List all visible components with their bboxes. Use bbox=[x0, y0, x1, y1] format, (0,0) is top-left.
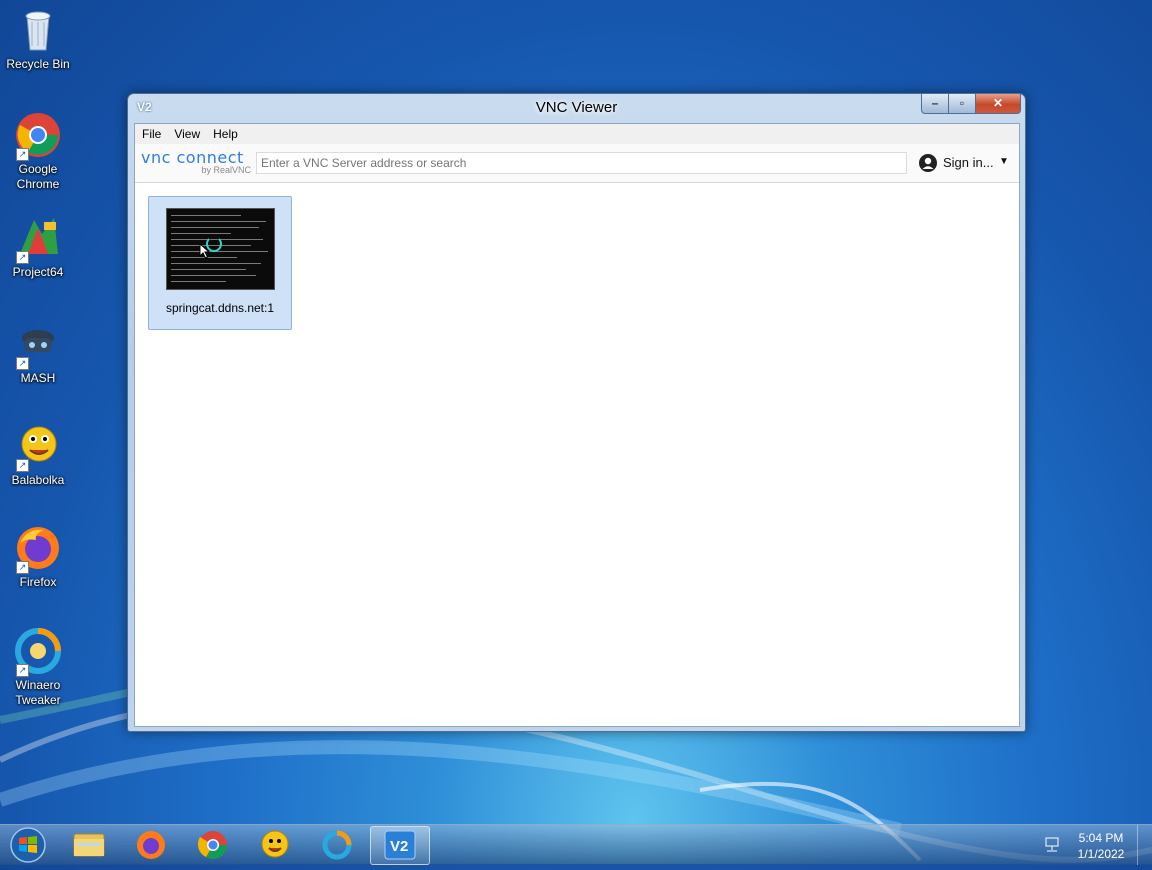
shortcut-arrow-icon: ↗ bbox=[16, 251, 29, 264]
user-icon bbox=[919, 154, 937, 172]
desktop-icon-google-chrome[interactable]: ↗ Google Chrome bbox=[2, 111, 74, 192]
shortcut-arrow-icon: ↗ bbox=[16, 357, 29, 370]
chrome-icon bbox=[197, 831, 227, 859]
shortcut-arrow-icon: ↗ bbox=[16, 148, 29, 161]
connection-name: springcat.ddns.net:1 bbox=[165, 301, 275, 315]
firefox-icon: ↗ bbox=[14, 524, 62, 574]
chrome-icon: ↗ bbox=[14, 111, 62, 161]
desktop-icon-project64[interactable]: ↗ Project64 bbox=[2, 214, 74, 280]
clock-date: 1/1/2022 bbox=[1077, 847, 1125, 861]
connection-thumbnail bbox=[166, 208, 275, 290]
minimize-button[interactable]: – bbox=[921, 94, 949, 114]
desktop-icon-label: Balabolka bbox=[11, 473, 65, 487]
sign-in-label: Sign in... bbox=[943, 155, 994, 170]
vnc-connect-logo: vnc connect by RealVNC bbox=[141, 148, 251, 175]
menu-help[interactable]: Help bbox=[206, 124, 244, 141]
recycle-bin-icon bbox=[14, 6, 62, 54]
winaero-tweaker-icon: ↗ bbox=[14, 627, 62, 677]
desktop-icon-label: Recycle Bin bbox=[6, 57, 70, 71]
balabolka-icon bbox=[261, 830, 289, 858]
desktop-icon-label: Firefox bbox=[19, 575, 57, 589]
network-icon[interactable] bbox=[1044, 837, 1060, 853]
window-title: VNC Viewer bbox=[535, 99, 618, 116]
address-book-area: springcat.ddns.net:1 bbox=[135, 183, 1019, 726]
close-button[interactable]: ✕ bbox=[975, 94, 1021, 114]
taskbar-balabolka[interactable] bbox=[246, 826, 304, 863]
start-button[interactable] bbox=[4, 825, 50, 865]
desktop-icon-label: Google Chrome bbox=[16, 162, 60, 191]
vnc-viewer-icon: V2 bbox=[384, 830, 416, 860]
taskbar-explorer[interactable] bbox=[60, 826, 118, 863]
clock[interactable]: 5:04 PM 1/1/2022 bbox=[1068, 830, 1134, 862]
vnc-viewer-window: V2 VNC Viewer – ▫ ✕ File View Help vnc con… bbox=[127, 93, 1026, 732]
balabolka-icon: ↗ bbox=[14, 422, 62, 472]
winaero-tweaker-icon bbox=[322, 830, 352, 860]
server-address-search-input[interactable] bbox=[256, 152, 907, 174]
connection-tile[interactable]: springcat.ddns.net:1 bbox=[148, 196, 292, 330]
taskbar-vnc-viewer[interactable]: V2 bbox=[370, 826, 430, 865]
desktop-icon-balabolka[interactable]: ↗ Balabolka bbox=[2, 422, 74, 488]
maximize-button[interactable]: ▫ bbox=[948, 94, 976, 114]
menu-file[interactable]: File bbox=[135, 124, 167, 141]
desktop-icon-mash[interactable]: ↗ MASH bbox=[2, 320, 74, 386]
chevron-down-icon[interactable]: ▼ bbox=[999, 156, 1009, 167]
folder-icon bbox=[73, 833, 105, 857]
shortcut-arrow-icon: ↗ bbox=[16, 664, 29, 677]
shortcut-arrow-icon: ↗ bbox=[16, 459, 29, 472]
toolbar: vnc connect by RealVNC Sign in... ▼ bbox=[135, 144, 1019, 183]
mouse-cursor-icon bbox=[199, 243, 211, 259]
menu-view[interactable]: View bbox=[167, 124, 206, 141]
window-client-area: FileViewHelp vnc connect by RealVNC Sign… bbox=[134, 123, 1020, 727]
windows-logo-icon bbox=[10, 827, 46, 863]
desktop-icon-label: MASH bbox=[20, 371, 56, 385]
svg-text:V2: V2 bbox=[390, 838, 408, 855]
taskbar-firefox[interactable] bbox=[122, 826, 180, 863]
taskbar-chrome[interactable] bbox=[184, 826, 242, 863]
taskbar-winaero-tweaker[interactable] bbox=[308, 826, 366, 863]
mash-icon: ↗ bbox=[14, 320, 62, 370]
clock-time: 5:04 PM bbox=[1078, 831, 1124, 845]
project64-icon: ↗ bbox=[14, 214, 62, 264]
firefox-icon bbox=[137, 831, 165, 859]
shortcut-arrow-icon: ↗ bbox=[16, 561, 29, 574]
menu-bar: File View Help bbox=[135, 124, 1019, 144]
show-desktop-button[interactable] bbox=[1137, 825, 1152, 865]
taskbar: V2 5:04 PM 1/1/2022 bbox=[0, 824, 1152, 865]
desktop-icon-recycle-bin[interactable]: Recycle Bin bbox=[2, 6, 74, 72]
title-bar[interactable]: V2 VNC Viewer – ▫ ✕ bbox=[128, 94, 1025, 122]
desktop-icon-winaero-tweaker[interactable]: ↗ Winaero Tweaker bbox=[2, 627, 74, 708]
desktop-icon-label: Winaero Tweaker bbox=[15, 678, 61, 707]
desktop-icon-firefox[interactable]: ↗ Firefox bbox=[2, 524, 74, 590]
desktop-icon-label: Project64 bbox=[12, 265, 64, 279]
